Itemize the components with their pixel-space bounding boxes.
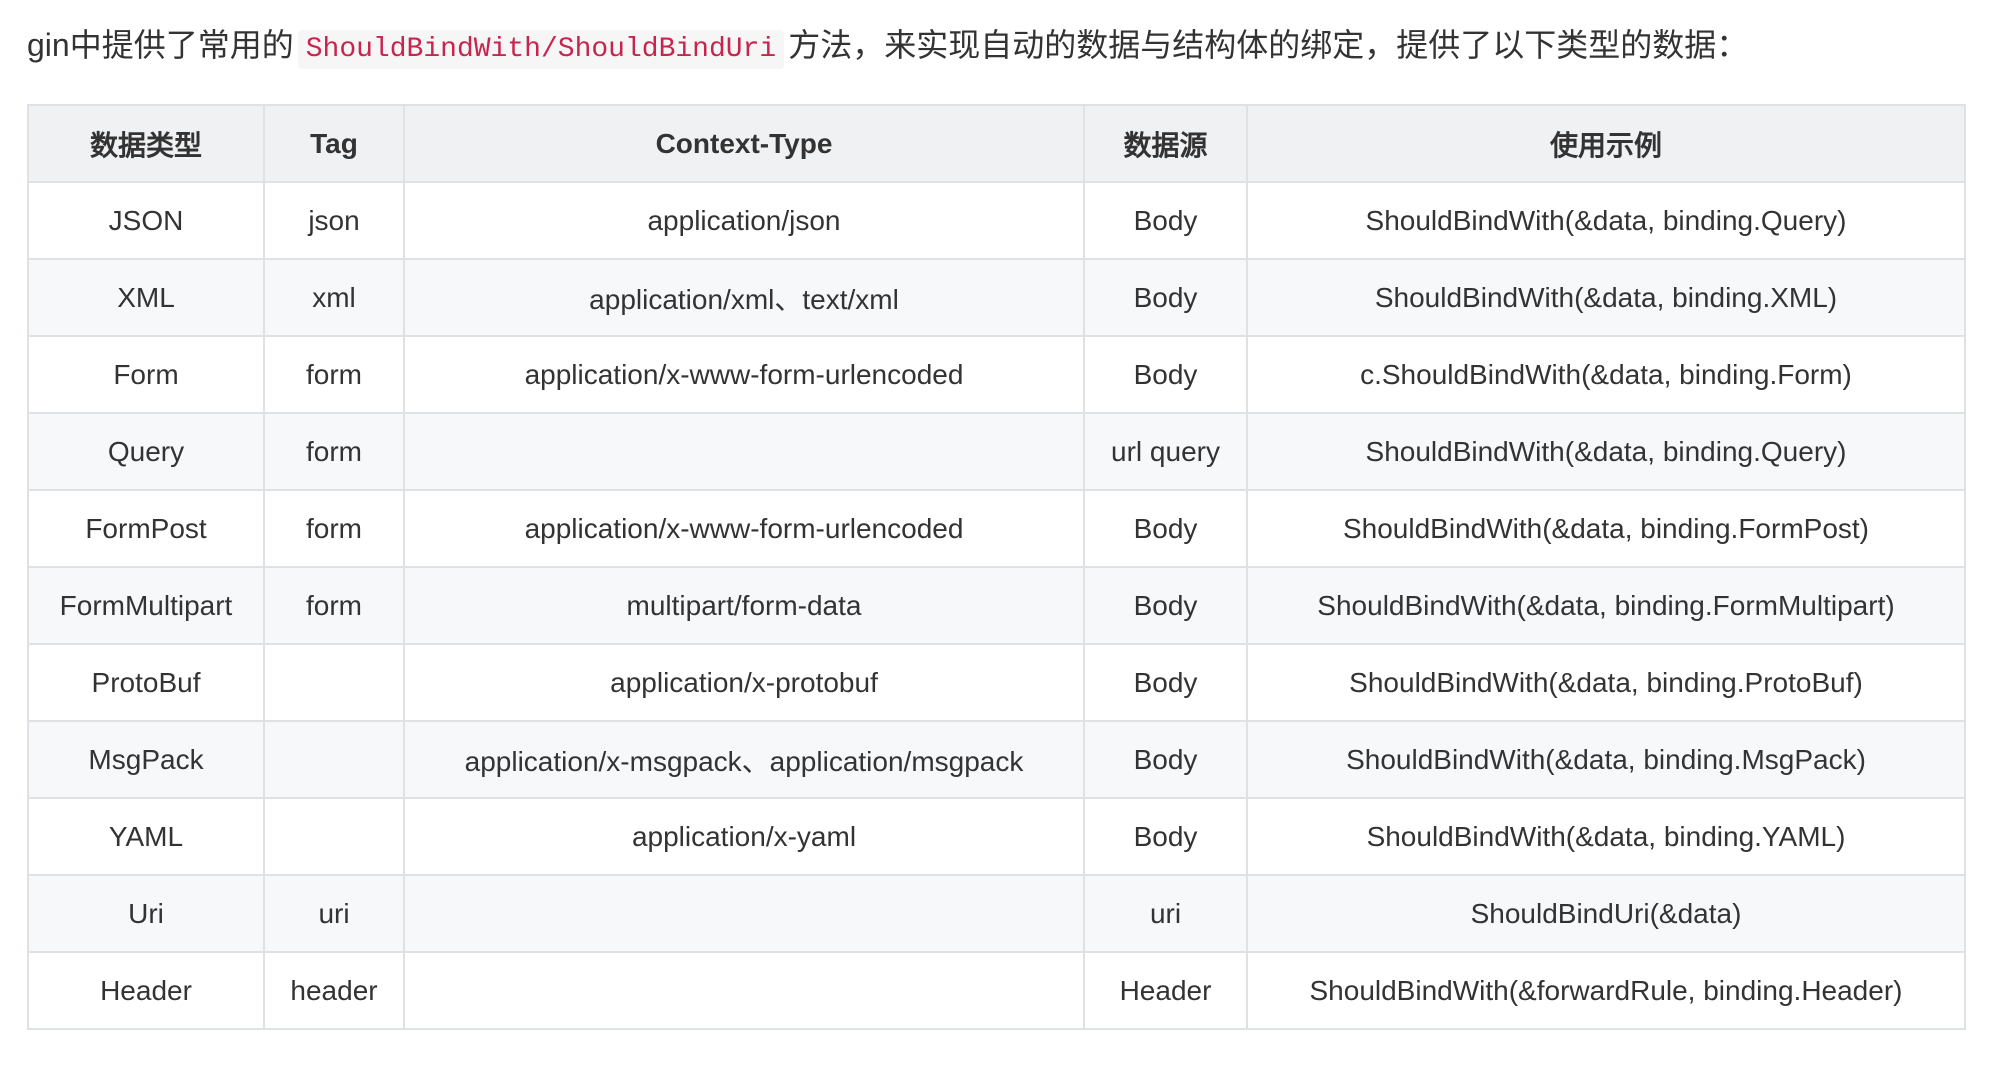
table-row: XML xml application/xml、text/xml Body Should… bbox=[27, 258, 1966, 337]
cell-tag bbox=[263, 643, 405, 722]
cell-data-source: Body bbox=[1083, 797, 1248, 876]
cell-context-type: application/x-protobuf bbox=[403, 643, 1085, 722]
cell-usage-example: ShouldBindWith(&data, binding.ProtoBuf) bbox=[1246, 643, 1966, 722]
cell-data-type: Query bbox=[27, 412, 265, 491]
cell-tag: form bbox=[263, 412, 405, 491]
cell-usage-example: ShouldBindWith(&data, binding.Query) bbox=[1246, 412, 1966, 491]
table-row: Header header Header ShouldBindWith(&forwar… bbox=[27, 951, 1966, 1030]
table-row: YAML application/x-yaml Body ShouldBindWith… bbox=[27, 797, 1966, 876]
cell-usage-example: ShouldBindWith(&data, binding.Query) bbox=[1246, 181, 1966, 260]
cell-tag: uri bbox=[263, 874, 405, 953]
cell-context-type: application/x-msgpack、application/msgpac… bbox=[403, 720, 1085, 799]
cell-data-source: Header bbox=[1083, 951, 1248, 1030]
cell-context-type: application/x-www-form-urlencoded bbox=[403, 335, 1085, 414]
cell-data-type: FormMultipart bbox=[27, 566, 265, 645]
cell-tag: form bbox=[263, 566, 405, 645]
table-row: ProtoBuf application/x-protobuf Body Should… bbox=[27, 643, 1966, 722]
cell-data-type: JSON bbox=[27, 181, 265, 260]
cell-data-source: Body bbox=[1083, 489, 1248, 568]
cell-context-type: multipart/form-data bbox=[403, 566, 1085, 645]
cell-context-type: application/x-yaml bbox=[403, 797, 1085, 876]
cell-usage-example: ShouldBindUri(&data) bbox=[1246, 874, 1966, 953]
cell-data-type: ProtoBuf bbox=[27, 643, 265, 722]
cell-data-source: Body bbox=[1083, 566, 1248, 645]
intro-prefix: gin中提供了常用的 bbox=[27, 27, 294, 63]
cell-data-type: Form bbox=[27, 335, 265, 414]
table-row: JSON json application/json Body ShouldBindWi… bbox=[27, 181, 1966, 260]
cell-data-source: Body bbox=[1083, 720, 1248, 799]
document-page: gin中提供了常用的 ShouldBindWith/ShouldBindUri 方法… bbox=[0, 0, 1992, 1072]
cell-tag: header bbox=[263, 951, 405, 1030]
header-usage-example: 使用示例 bbox=[1246, 104, 1966, 183]
cell-context-type: application/x-www-form-urlencoded bbox=[403, 489, 1085, 568]
cell-usage-example: c.ShouldBindWith(&data, binding.Form) bbox=[1246, 335, 1966, 414]
cell-tag: xml bbox=[263, 258, 405, 337]
cell-context-type bbox=[403, 874, 1085, 953]
table-row: FormPost form application/x-www-form-urlen… bbox=[27, 489, 1966, 568]
cell-data-type: Header bbox=[27, 951, 265, 1030]
cell-context-type: application/json bbox=[403, 181, 1085, 260]
cell-tag: form bbox=[263, 335, 405, 414]
cell-tag bbox=[263, 797, 405, 876]
header-data-source: 数据源 bbox=[1083, 104, 1248, 183]
binding-types-table: 数据类型 Tag Context-Type 数据源 使用示例 JSON json a… bbox=[27, 104, 1966, 1030]
cell-usage-example: ShouldBindWith(&data, binding.YAML) bbox=[1246, 797, 1966, 876]
cell-data-type: Uri bbox=[27, 874, 265, 953]
cell-data-type: YAML bbox=[27, 797, 265, 876]
cell-data-source: Body bbox=[1083, 335, 1248, 414]
cell-tag: json bbox=[263, 181, 405, 260]
cell-data-source: uri bbox=[1083, 874, 1248, 953]
cell-tag bbox=[263, 720, 405, 799]
cell-usage-example: ShouldBindWith(&data, binding.FormMultip… bbox=[1246, 566, 1966, 645]
table-row: FormMultipart form multipart/form-data Body… bbox=[27, 566, 1966, 645]
cell-context-type bbox=[403, 951, 1085, 1030]
header-data-type: 数据类型 bbox=[27, 104, 265, 183]
intro-suffix: 方法，来实现自动的数据与结构体的绑定，提供了以下类型的数据： bbox=[788, 27, 1749, 63]
cell-usage-example: ShouldBindWith(&data, binding.FormPost) bbox=[1246, 489, 1966, 568]
cell-context-type bbox=[403, 412, 1085, 491]
cell-usage-example: ShouldBindWith(&data, binding.XML) bbox=[1246, 258, 1966, 337]
table-row: Form form application/x-www-form-urlencode… bbox=[27, 335, 1966, 414]
table-body: JSON json application/json Body ShouldBindWi… bbox=[27, 181, 1966, 1030]
header-tag: Tag bbox=[263, 104, 405, 183]
cell-usage-example: ShouldBindWith(&forwardRule, binding.Hea… bbox=[1246, 951, 1966, 1030]
table-row: Uri uri uri ShouldBindUri(&data) bbox=[27, 874, 1966, 953]
intro-paragraph: gin中提供了常用的 ShouldBindWith/ShouldBindUri 方法… bbox=[27, 18, 1748, 77]
cell-data-type: MsgPack bbox=[27, 720, 265, 799]
header-context-type: Context-Type bbox=[403, 104, 1085, 183]
cell-usage-example: ShouldBindWith(&data, binding.MsgPack) bbox=[1246, 720, 1966, 799]
inline-code: ShouldBindWith/ShouldBindUri bbox=[297, 30, 785, 69]
cell-data-source: Body bbox=[1083, 643, 1248, 722]
table-row: MsgPack application/x-msgpack、application… bbox=[27, 720, 1966, 799]
cell-data-source: Body bbox=[1083, 181, 1248, 260]
cell-data-source: Body bbox=[1083, 258, 1248, 337]
cell-context-type: application/xml、text/xml bbox=[403, 258, 1085, 337]
table-header-row: 数据类型 Tag Context-Type 数据源 使用示例 bbox=[27, 104, 1966, 183]
table-row: Query form url query ShouldBindWith(&data, … bbox=[27, 412, 1966, 491]
cell-tag: form bbox=[263, 489, 405, 568]
cell-data-source: url query bbox=[1083, 412, 1248, 491]
cell-data-type: FormPost bbox=[27, 489, 265, 568]
cell-data-type: XML bbox=[27, 258, 265, 337]
